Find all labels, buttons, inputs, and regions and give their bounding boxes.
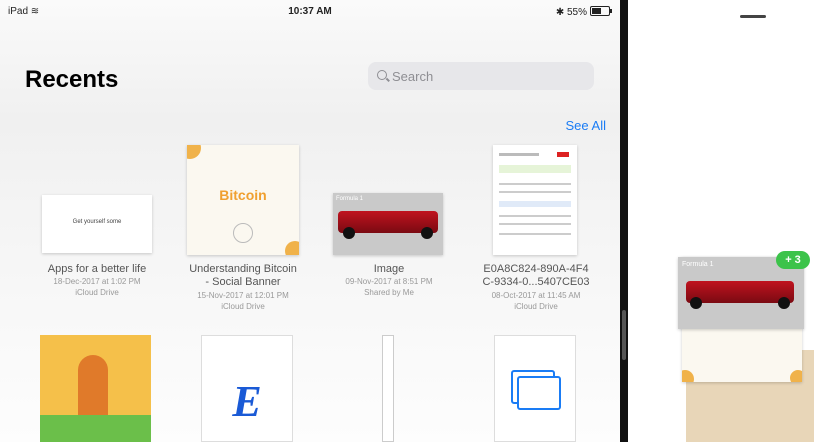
wheel (421, 227, 433, 239)
file-name-line-1: E0A8C824-890A-4F4 (483, 263, 589, 275)
see-all-link[interactable]: See All (566, 118, 606, 133)
file-name: Apps for a better life (47, 263, 147, 275)
file-location: iCloud Drive (75, 288, 119, 297)
clock: 10:37 AM (288, 6, 332, 17)
document-e-icon: E (232, 377, 262, 426)
document-file-tile[interactable]: E (201, 335, 293, 442)
search-placeholder: Search (392, 69, 434, 84)
folder-file-tile[interactable] (494, 335, 576, 442)
split-view-divider[interactable] (620, 0, 628, 442)
wheel (778, 297, 790, 309)
narrow-file-tile[interactable] (382, 335, 394, 442)
file-date: 18-Dec-2017 at 1:02 PM (53, 277, 141, 286)
file-location: iCloud Drive (221, 302, 265, 311)
file-location: Shared by Me (364, 288, 414, 297)
app-icon-tile[interactable] (40, 335, 151, 442)
file-date: 15-Nov-2017 at 12:01 PM (197, 291, 289, 300)
thumbnail-text: Get yourself some (72, 219, 122, 225)
thumbnail-text: Formula 1 (336, 196, 364, 202)
wheel (343, 227, 355, 239)
file-name: Image (373, 263, 405, 275)
search-icon (377, 70, 387, 80)
file-thumbnail: Formula 1 (333, 193, 443, 255)
file-date: 08-Oct-2017 at 11:45 AM (491, 291, 581, 300)
file-thumbnail (493, 145, 577, 255)
thumbnail-text: Bitcoin (219, 187, 267, 203)
status-bar: iPad ≋ 10:37 AM ✱ 55% (0, 0, 620, 22)
pane-grabber[interactable] (740, 15, 766, 18)
file-name-line-2: C-9334-0...5407CE03 (482, 276, 590, 288)
file-name-line-2: - Social Banner (205, 276, 281, 288)
file-date: 09-Nov-2017 at 8:51 PM (345, 277, 433, 286)
file-tile-image[interactable]: Formula 1 Image 09-Nov-2017 at 8:51 PM S… (319, 145, 459, 320)
file-thumbnail: Get yourself some (42, 195, 152, 253)
search-input[interactable]: Search (368, 62, 594, 90)
file-tile-document[interactable]: E0A8C824-890A-4F4 C-9334-0...5407CE03 08… (466, 145, 606, 320)
wheel (690, 297, 702, 309)
battery-indicator: ✱ 55% (556, 6, 612, 18)
file-tile-bitcoin[interactable]: Bitcoin Understanding Bitcoin - Social B… (173, 145, 313, 320)
drag-thumb-text: Formula 1 (682, 261, 714, 268)
file-location: iCloud Drive (514, 302, 558, 311)
right-pane: Formula 1 + 3 (628, 0, 820, 442)
drag-count-badge: + 3 (776, 251, 810, 269)
file-thumbnail: Bitcoin (187, 145, 299, 255)
file-name-line-1: Understanding Bitcoin (189, 263, 297, 275)
file-tile-apps[interactable]: Get yourself some Apps for a better life… (27, 145, 167, 320)
battery-icon (590, 6, 612, 16)
page-title: Recents (25, 66, 119, 93)
files-browser: iPad ≋ 10:37 AM ✱ 55% Recents Search See… (0, 0, 620, 442)
divider-handle[interactable] (622, 310, 626, 360)
